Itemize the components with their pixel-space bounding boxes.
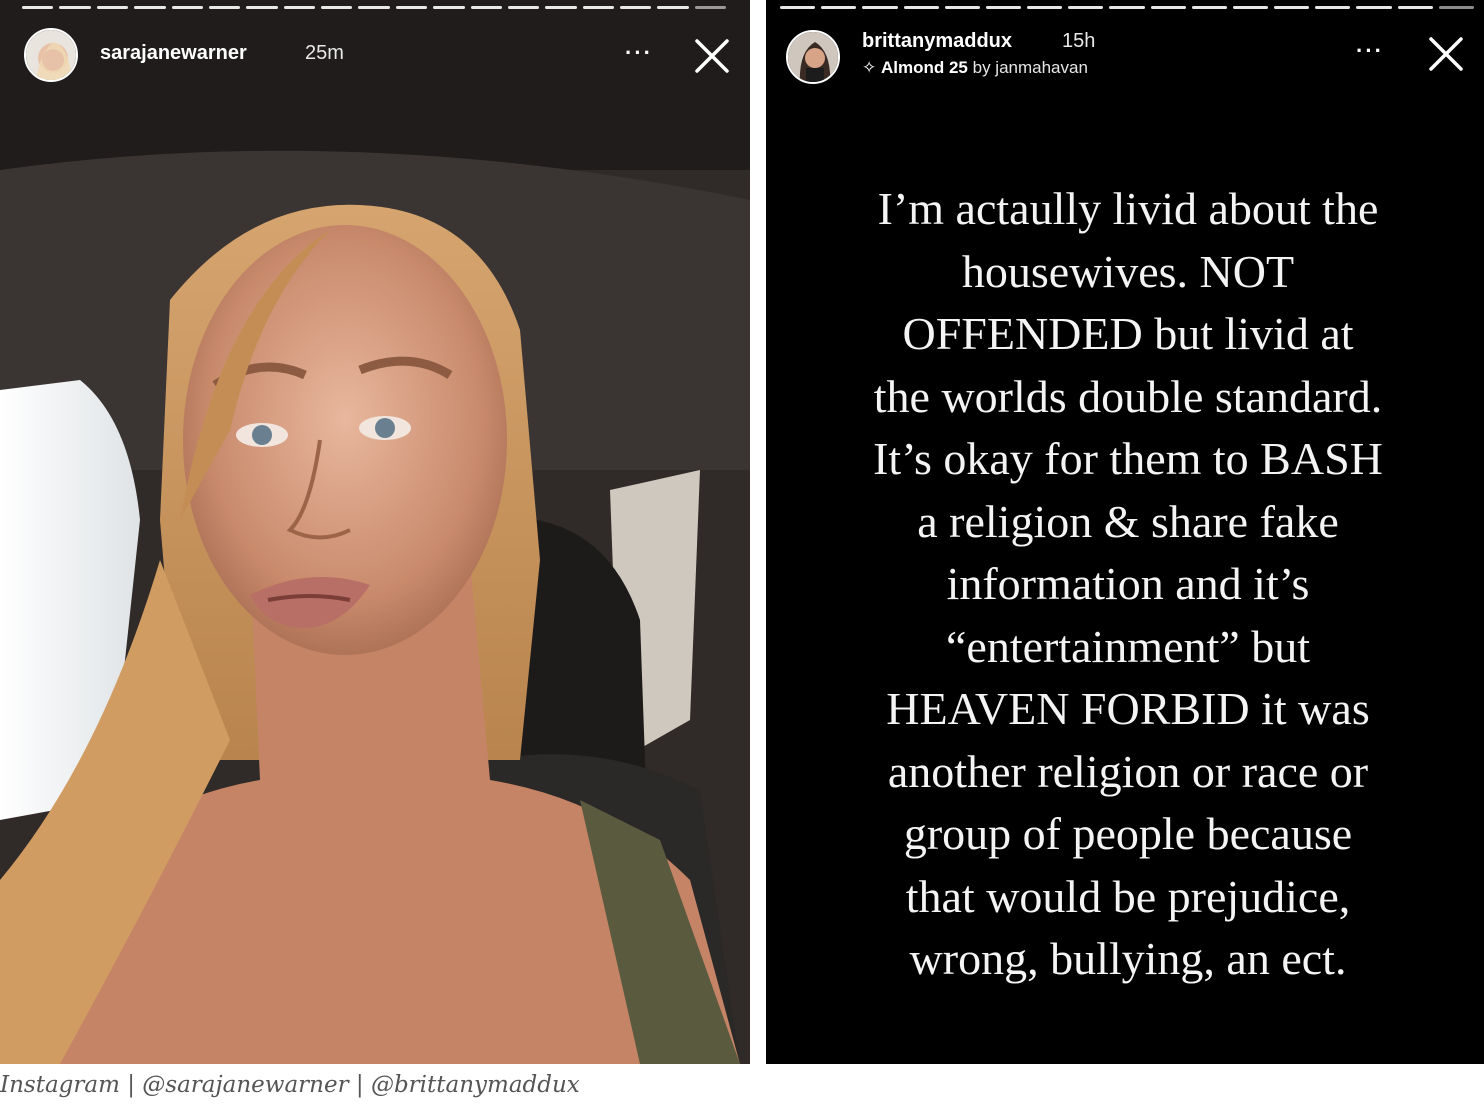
story-time: 25m [305, 42, 344, 64]
music-title: Almond 25 [880, 58, 968, 77]
story-photo [0, 0, 750, 1064]
story-time: 15h [1062, 30, 1096, 52]
story-text-line: information and it’s [946, 558, 1310, 609]
story-text-line: I’m actaully livid about the [877, 183, 1379, 234]
story-text-line: that would be prejudice, [905, 870, 1351, 922]
story-header: sarajanewarner 25m ··· [0, 22, 750, 92]
story-left[interactable]: sarajanewarner 25m ··· [0, 0, 750, 1064]
story-text-line: another religion or race or [887, 745, 1369, 797]
story-username[interactable]: brittanymaddux [862, 30, 1012, 53]
avatar[interactable] [786, 30, 840, 84]
story-header: brittanymaddux 15h ✧ Almond 25 by janmah… [766, 22, 1484, 92]
story-progress [780, 6, 1474, 9]
story-text-line: a religion & share fake [917, 495, 1339, 547]
music-artist: by janmahavan [972, 58, 1088, 77]
story-right[interactable]: brittanymaddux 15h ✧ Almond 25 by janmah… [766, 0, 1484, 1064]
story-progress [22, 6, 727, 9]
more-horizontal-icon[interactable]: ··· [625, 40, 653, 66]
avatar-image [788, 32, 838, 82]
story-text-line: the worlds double standard. [873, 370, 1383, 422]
avatar[interactable] [24, 28, 78, 82]
story-text-line: OFFENDED but livid at [902, 308, 1354, 359]
more-horizontal-icon[interactable]: ··· [1356, 38, 1384, 64]
avatar-image [26, 30, 76, 80]
story-text-line: housewives. NOT [961, 245, 1295, 297]
story-text-line: It’s okay for them to BASH [873, 433, 1383, 484]
story-text-line: group of people because [903, 808, 1353, 859]
music-sticker[interactable]: ✧ Almond 25 by janmahavan [862, 58, 1088, 78]
story-text-line: HEAVEN FORBID it was [886, 683, 1370, 734]
story-text-line: wrong, bullying, an ect. [909, 933, 1347, 984]
story-text-line: “entertainment” but [945, 620, 1310, 672]
close-icon[interactable] [692, 36, 732, 76]
story-username[interactable]: sarajanewarner [100, 42, 247, 65]
image-caption: Instagram | @sarajanewarner | @brittanym… [0, 1072, 580, 1098]
sparkle-icon: ✧ [862, 58, 877, 77]
close-icon[interactable] [1426, 34, 1466, 74]
story-text: I’m actaully livid about the housewives.… [784, 178, 1472, 991]
